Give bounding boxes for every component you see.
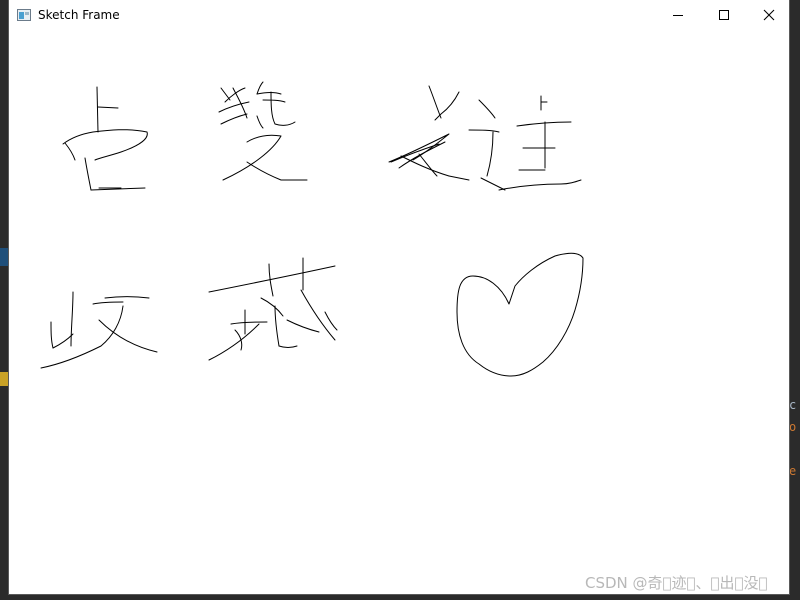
close-icon: [763, 9, 775, 21]
editor-code-fragment: o: [789, 420, 797, 434]
sketch-glyph: [62, 86, 148, 191]
sketch-glyph: [208, 257, 338, 361]
minimize-icon: [673, 15, 683, 16]
close-button[interactable]: [746, 0, 789, 30]
app-window-icon: [17, 9, 31, 21]
sketch-frame-window: Sketch Frame: [8, 0, 790, 595]
editor-code-fragment: c: [789, 398, 797, 412]
minimize-button[interactable]: [655, 0, 701, 30]
sketch-heart: [456, 252, 584, 377]
maximize-icon: [719, 10, 729, 20]
title-bar[interactable]: Sketch Frame: [9, 0, 789, 30]
editor-code-fragment: e: [789, 464, 797, 478]
maximize-button[interactable]: [701, 0, 747, 30]
sketch-glyph: [218, 81, 308, 181]
sketch-glyph: [388, 85, 582, 191]
window-title: Sketch Frame: [38, 8, 120, 22]
sketch-glyph: [40, 291, 158, 369]
csdn-watermark: CSDN @奇 迹 、 出 没 : [585, 574, 768, 592]
drawing-canvas[interactable]: CSDN @奇 迹 、 出 没 : [9, 30, 789, 594]
